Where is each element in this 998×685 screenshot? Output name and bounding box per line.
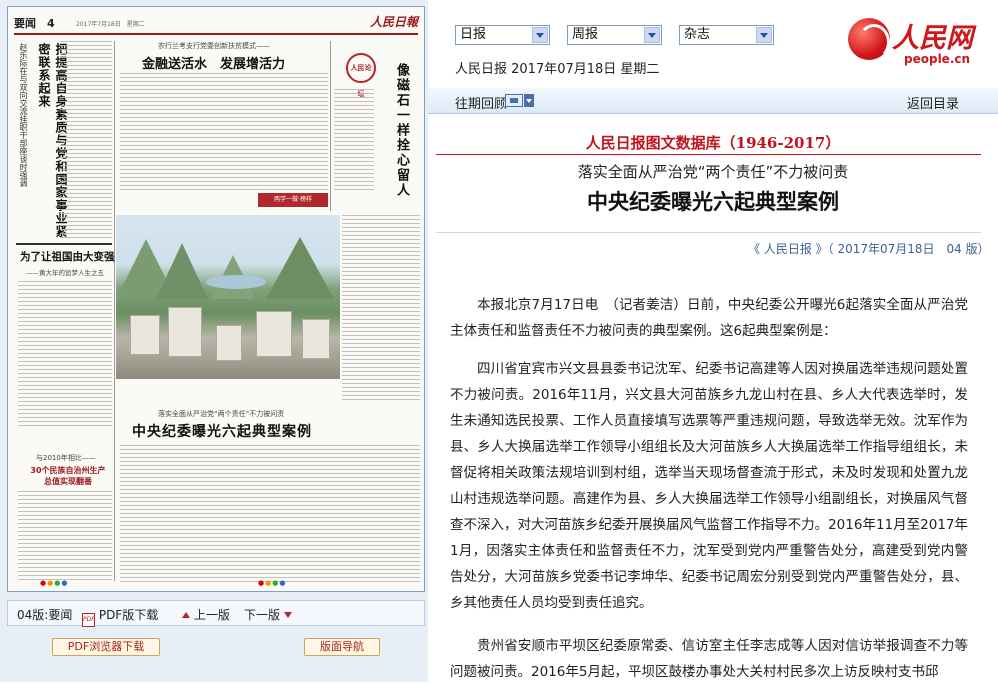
title-divider — [436, 232, 981, 233]
article-text-block — [120, 445, 420, 583]
newspaper-page-image[interactable]: 要闻 4 2017年7月18日 星期二 人民日報 把提高自身素质与党和国家事业紧… — [7, 6, 425, 592]
article-paragraph: 四川省宜宾市兴文县县委书记沈军、纪委书记高建等人因对换届选举违规问题处置不力被问… — [450, 361, 968, 611]
pdf-download-label: PDF版下载 — [98, 608, 159, 622]
article-title: 中央纪委曝光六起典型案例 — [587, 190, 839, 214]
headline-left-mid[interactable]: 为了让祖国由大变强 — [20, 249, 115, 264]
paper-issue-date: 人民日报 2017年07月18日 星期二 — [455, 62, 660, 77]
paper-masthead: 人民日報 — [369, 15, 418, 29]
back-to-index-link[interactable]: 返回目录 — [907, 93, 959, 112]
logo-name: 人民网 — [892, 23, 973, 54]
weekly-select[interactable]: 周报 — [567, 25, 662, 45]
arrow-up-icon — [182, 612, 190, 618]
column-divider — [330, 41, 331, 211]
center-kicker[interactable]: 农行兰考支行党委创新扶贫模式—— — [158, 41, 270, 51]
logo-url: people.cn — [904, 52, 971, 66]
section-rule — [16, 243, 112, 245]
paper-header: 要闻 4 2017年7月18日 星期二 人民日報 — [14, 13, 418, 35]
chevron-down-icon[interactable] — [532, 27, 548, 43]
headline-left-mid-sub[interactable]: ——黄大年的追梦人生之五 — [26, 267, 104, 277]
daily-select-value: 日报 — [460, 27, 487, 42]
page-nav-button[interactable]: 版面导航 — [304, 638, 380, 656]
article-subtitle: 落实全面从严治党“两个责任”不力被问责 — [577, 163, 849, 181]
article-text-block — [342, 215, 420, 401]
page-preview-panel: 要闻 4 2017年7月18日 星期二 人民日報 把提高自身素质与党和国家事业紧… — [0, 0, 428, 682]
landscape-photo[interactable] — [116, 215, 340, 379]
chevron-down-icon[interactable] — [644, 27, 660, 43]
pdf-browser-download-button[interactable]: PDF浏览器下载 — [52, 638, 160, 656]
globe-logo-icon — [848, 18, 890, 60]
bottom-kicker[interactable]: 落实全面从严治党“两个责任”不力被问责 — [158, 409, 284, 419]
chevron-down-icon[interactable] — [756, 27, 772, 43]
left-bottom-headline[interactable]: 30个民族自治州生产总值实现翻番 — [28, 465, 108, 487]
past-issues-link[interactable]: 往期回顾 — [455, 93, 507, 112]
column-seal: 人民论坛 — [346, 53, 376, 98]
prev-page-link[interactable]: 上一版 — [182, 606, 230, 623]
headline-left-sub-vertical[interactable]: 赵乐际在与双向交流挂职干部座谈时强调 — [18, 43, 29, 243]
article-text-block — [60, 41, 112, 241]
article-text-block — [18, 491, 112, 583]
next-page-label: 下一版 — [244, 608, 281, 622]
magazine-select-value: 杂志 — [684, 27, 711, 42]
paper-date-line: 2017年7月18日 星期二 — [76, 21, 145, 28]
article-text-block — [18, 281, 112, 429]
column-divider — [114, 41, 115, 581]
people-cn-logo[interactable]: 人民网 people.cn — [848, 14, 996, 70]
paper-section: 要闻 4 — [14, 17, 55, 30]
article-paragraph: 本报北京7月17日电 （记者姜洁）日前，中央纪委公开曝光6起落实全面从严治党主体… — [450, 297, 968, 339]
page-pager: 04版:要闻 PDF PDF版下载 上一版 下一版 — [7, 600, 425, 627]
nav-bar: 往期回顾 返回目录 — [428, 88, 998, 114]
database-title: 人民日报图文数据库（1946-2017） — [585, 134, 841, 152]
chevron-down-icon[interactable] — [524, 94, 534, 107]
headline-right-vertical[interactable]: 像磁石一样拴心留人 — [392, 63, 411, 203]
article-paragraph: 贵州省安顺市平坝区纪委原常委、信访室主任李志成等人因对信访举报调查不力等问题被问… — [450, 638, 968, 680]
article-text-block — [334, 89, 374, 193]
pdf-icon: PDF — [82, 613, 95, 627]
left-bottom-kicker[interactable]: 与2010年相比—— — [36, 453, 96, 463]
arrow-down-icon — [283, 612, 292, 618]
article-text-block — [120, 73, 328, 191]
magazine-select[interactable]: 杂志 — [679, 25, 774, 45]
next-page-link[interactable]: 下一版 — [244, 606, 292, 623]
pdf-download-link[interactable]: PDF PDF版下载 — [82, 606, 158, 627]
bottom-headline[interactable]: 中央纪委曝光六起典型案例 — [132, 421, 312, 441]
calendar-icon[interactable] — [505, 94, 523, 107]
color-dots: ●●●● — [258, 579, 287, 587]
page-label[interactable]: 04版:要闻 — [17, 606, 72, 623]
article-source-link[interactable]: 《 人民日报 》（ 2017年07月18日 04 版） — [748, 240, 990, 257]
weekly-select-value: 周报 — [572, 27, 599, 42]
article-panel: 人民日报图文数据库（1946-2017） 落实全面从严治党“两个责任”不力被问责… — [428, 114, 998, 682]
daily-select[interactable]: 日报 — [455, 25, 550, 45]
center-headline[interactable]: 金融送活水 发展增活力 — [142, 53, 285, 72]
title-divider — [436, 154, 981, 155]
red-tag-label: 两学一做·榜样 — [258, 193, 328, 207]
prev-page-label: 上一版 — [193, 608, 230, 622]
color-dots: ●●●● — [40, 579, 69, 587]
